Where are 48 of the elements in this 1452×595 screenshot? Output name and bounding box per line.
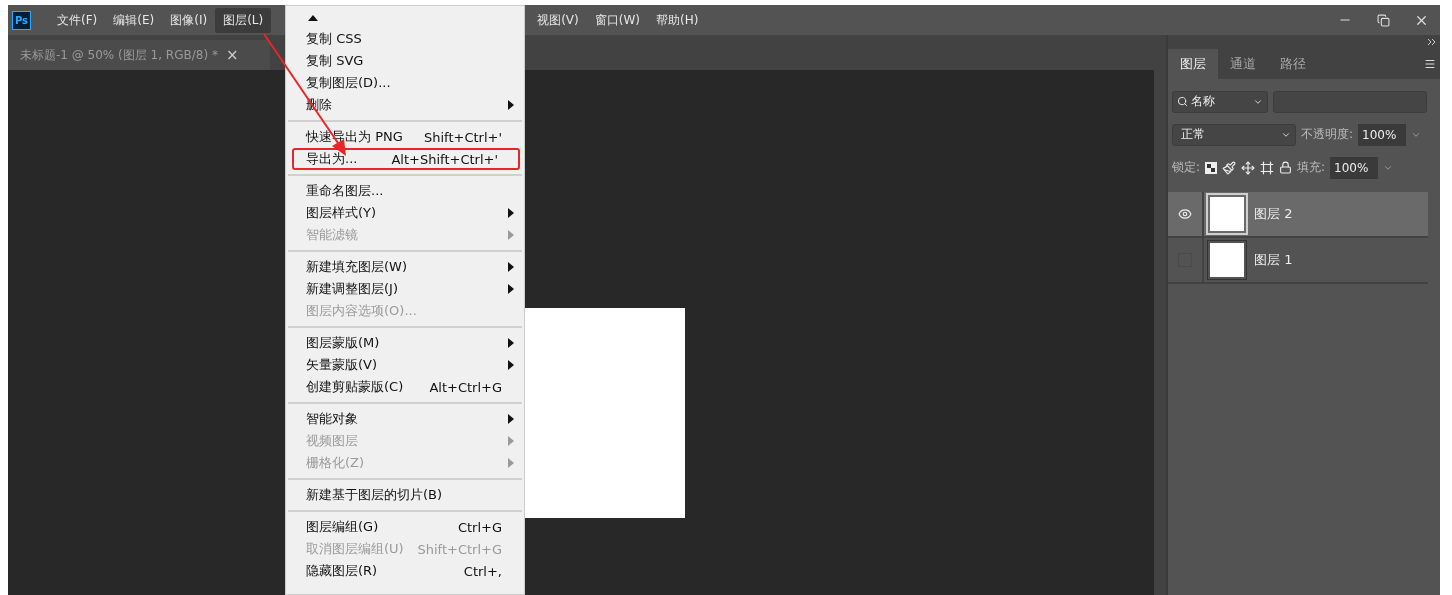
menu-bar-item[interactable]: 图层(L) bbox=[215, 7, 272, 33]
menu-item[interactable]: 图层样式(Y) bbox=[288, 202, 522, 224]
menu-item[interactable]: 重命名图层... bbox=[288, 180, 522, 202]
menu-bar-item[interactable]: 编辑(E) bbox=[105, 7, 163, 33]
move-icon[interactable] bbox=[1241, 160, 1256, 175]
panel-tab[interactable]: 图层 bbox=[1168, 49, 1218, 79]
menu-bar-item[interactable]: 文件(F) bbox=[49, 7, 106, 33]
menu-item[interactable]: 新建调整图层(J) bbox=[288, 278, 522, 300]
menu-item[interactable]: 创建剪贴蒙版(C) Alt+Ctrl+G bbox=[288, 376, 522, 398]
brush-icon[interactable] bbox=[1222, 160, 1237, 175]
menu-item[interactable]: 新建填充图层(W) bbox=[288, 256, 522, 278]
menu-item[interactable]: 新建基于图层的切片(B) bbox=[288, 484, 522, 506]
scroll-up-icon[interactable] bbox=[308, 15, 318, 21]
menu-item[interactable]: 图层蒙版(M) bbox=[288, 332, 522, 354]
layer-name: 图层 1 bbox=[1254, 251, 1293, 269]
menu-bar-item[interactable]: 视图(V) bbox=[529, 7, 587, 33]
lock-icon[interactable] bbox=[1279, 161, 1293, 174]
menu-item[interactable]: 复制 CSS bbox=[288, 28, 522, 50]
eye-icon[interactable] bbox=[1178, 207, 1192, 221]
opacity-field[interactable]: 100% bbox=[1358, 123, 1407, 146]
document-tab[interactable]: 未标题-1 @ 50% (图层 1, RGB/8) * × bbox=[8, 40, 270, 70]
menu-item[interactable]: 隐藏图层(R) Ctrl+, bbox=[288, 560, 522, 582]
menu-item[interactable]: 复制图层(D)... bbox=[288, 72, 522, 94]
menu-item[interactable]: 复制 SVG bbox=[288, 50, 522, 72]
menu-item[interactable]: 图层编组(G) Ctrl+G bbox=[288, 516, 522, 538]
document-title: 未标题-1 @ 50% (图层 1, RGB/8) * bbox=[20, 46, 218, 64]
lock-label: 锁定: bbox=[1172, 159, 1201, 176]
search-icon bbox=[1177, 96, 1188, 107]
layer-row[interactable]: 图层 1 bbox=[1168, 238, 1428, 284]
fill-field[interactable]: 100% bbox=[1330, 156, 1379, 179]
opacity-label: 不透明度: bbox=[1301, 126, 1354, 143]
checkerboard-icon[interactable] bbox=[1205, 161, 1218, 174]
menu-bar-item[interactable]: 帮助(H) bbox=[648, 7, 707, 33]
expand-icon[interactable] bbox=[1428, 39, 1436, 45]
layer-row[interactable]: 图层 2 bbox=[1168, 192, 1428, 238]
fill-label: 填充: bbox=[1297, 159, 1326, 176]
layer-name: 图层 2 bbox=[1254, 205, 1293, 223]
artboard-icon[interactable] bbox=[1260, 160, 1275, 175]
menu-bar-item[interactable]: 窗口(W) bbox=[586, 7, 648, 33]
blend-mode-dropdown[interactable]: 正常 bbox=[1172, 123, 1296, 146]
menu-item[interactable]: 导出为... Alt+Shift+Ctrl+' bbox=[292, 148, 520, 170]
menu-item[interactable]: 智能对象 bbox=[288, 408, 522, 430]
layer-thumbnail bbox=[1210, 243, 1244, 277]
filter-dropdown[interactable]: 名称 bbox=[1172, 90, 1268, 113]
tab-close[interactable]: × bbox=[225, 46, 239, 64]
menu-bar-item[interactable]: 图像(I) bbox=[162, 7, 216, 33]
app-logo: Ps bbox=[12, 10, 31, 30]
menu-item[interactable]: 矢量蒙版(V) bbox=[288, 354, 522, 376]
